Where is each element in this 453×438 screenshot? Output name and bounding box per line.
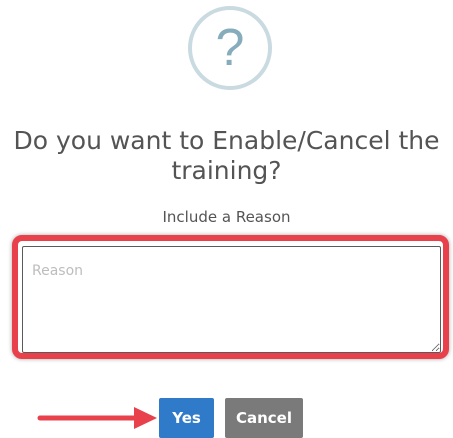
red-arrow-icon [37,407,157,429]
reason-textarea[interactable] [22,246,441,353]
reason-label: Include a Reason [162,208,291,226]
question-circle-icon: ? [188,6,272,90]
confirm-dialog: ? Do you want to Enable/Cancel the train… [0,0,453,438]
dialog-title-line-2: training? [171,156,282,185]
cancel-button[interactable]: Cancel [225,398,303,438]
dialog-title: Do you want to Enable/Cancel the trainin… [0,126,453,186]
yes-button[interactable]: Yes [159,398,214,438]
dialog-title-line-1: Do you want to Enable/Cancel the [13,126,440,155]
question-mark-icon: ? [215,19,245,77]
